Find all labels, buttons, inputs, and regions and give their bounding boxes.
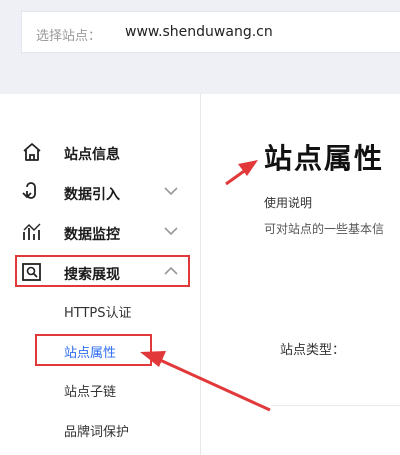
monitor-chart-icon bbox=[23, 223, 41, 240]
site-selector-label: 选择站点： bbox=[36, 29, 102, 44]
sidebar-item-site-info[interactable]: 站点信息 bbox=[0, 134, 200, 170]
subnav-item-site-sublinks[interactable]: 站点子链 bbox=[64, 381, 116, 400]
sidebar-item-data-monitor[interactable]: 数据监控 bbox=[0, 214, 200, 250]
annotation-highlight-box bbox=[15, 255, 190, 287]
sidebar-item-label: 站点信息 bbox=[64, 147, 120, 163]
annotation-highlight-box bbox=[35, 334, 152, 366]
section-divider bbox=[271, 405, 400, 406]
sidebar-item-label: 数据监控 bbox=[64, 227, 120, 243]
chevron-down-icon[interactable] bbox=[163, 185, 179, 197]
site-selector[interactable]: 选择站点： www.shenduwang.cn bbox=[21, 11, 400, 53]
main-content: 站点属性 使用说明 可对站点的一些基本信 站点类型： bbox=[201, 94, 400, 455]
data-import-icon bbox=[22, 182, 36, 199]
usage-title: 使用说明 bbox=[264, 196, 313, 210]
home-icon bbox=[23, 143, 41, 161]
site-selector-value[interactable]: www.shenduwang.cn bbox=[125, 24, 273, 40]
subnav-item-https[interactable]: HTTPS认证 bbox=[64, 302, 132, 321]
sidebar-item-label: 数据引入 bbox=[64, 187, 120, 203]
sidebar-item-data-import[interactable]: 数据引入 bbox=[0, 174, 200, 210]
page-title: 站点属性 bbox=[264, 142, 385, 175]
chevron-down-icon[interactable] bbox=[163, 225, 179, 237]
site-type-label: 站点类型： bbox=[280, 343, 346, 358]
subnav-item-brand-protection[interactable]: 品牌词保护 bbox=[64, 421, 129, 440]
usage-description: 可对站点的一些基本信 bbox=[264, 222, 385, 236]
top-bar: 选择站点： www.shenduwang.cn bbox=[0, 0, 400, 94]
